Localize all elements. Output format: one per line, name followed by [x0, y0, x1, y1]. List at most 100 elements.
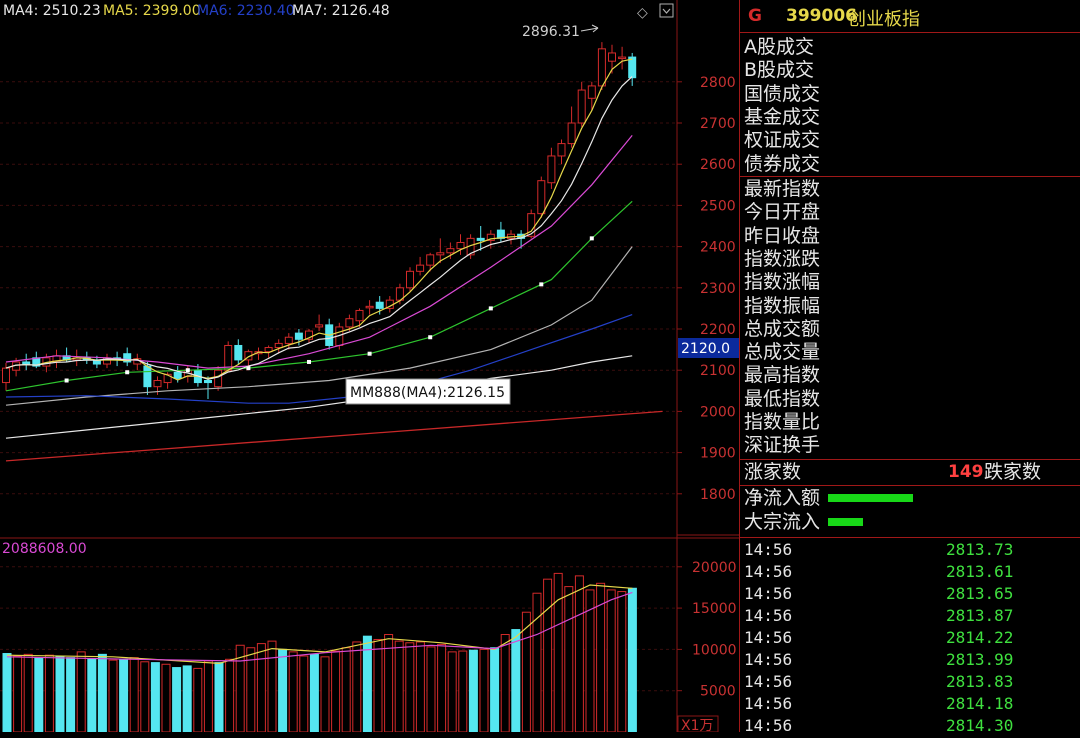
volume-bar: [405, 642, 415, 732]
candle-body: [214, 369, 223, 388]
ma-marker: [125, 370, 130, 375]
price-tick-label: 2800: [700, 75, 736, 91]
tick-row[interactable]: 14:56 2813.73: [740, 540, 1080, 562]
volume-bar: [23, 653, 33, 732]
candle-body: [537, 180, 546, 215]
tick-time: 14:56: [744, 694, 793, 713]
volume-bar: [373, 638, 383, 732]
kline-chart[interactable]: 1800 1900 2000 2100 2200 2300 2400 2500 2600 2700…: [0, 0, 740, 732]
tick-row[interactable]: 14:56 2813.83: [740, 672, 1080, 694]
legend-ma6: MA6: 2230.40: [197, 3, 295, 19]
volume-bar: [564, 586, 574, 732]
volume-bar: [13, 655, 23, 732]
candle-body: [456, 241, 465, 250]
info-panel: G 399006 创业板指 A股成交 B股成交 国债成交 基金成交 权证成交 债券成交 最…: [740, 0, 1080, 735]
candle-body: [618, 56, 627, 60]
volume-bar: [543, 578, 553, 732]
candle-body: [2, 367, 10, 384]
tick-price: 2813.87: [946, 606, 1014, 625]
ma-marker: [64, 378, 69, 383]
volume-bar: [394, 640, 404, 732]
candle-body: [587, 85, 596, 99]
tick-row[interactable]: 14:56 2814.18: [740, 694, 1080, 716]
ma-marker: [589, 236, 594, 241]
tick-row[interactable]: 14:56 2813.87: [740, 606, 1080, 628]
tick-price: 2813.65: [946, 584, 1014, 603]
volume-bar: [458, 650, 468, 732]
tick-price: 2813.83: [946, 672, 1014, 691]
candle-body: [406, 270, 414, 289]
candle-body: [204, 380, 212, 384]
candle-body: [577, 89, 586, 124]
net-inflow-bar: [828, 494, 913, 502]
bulk-inflow-bar: [828, 518, 863, 526]
volume-bar: [108, 659, 118, 732]
panel-label: 总成交量: [744, 341, 821, 364]
ma-marker: [367, 351, 372, 356]
volume-tick-label: 20000: [692, 560, 737, 576]
volume-bar: [574, 575, 584, 732]
volume-bar: [140, 661, 150, 732]
candle-body: [274, 342, 283, 349]
volume-bars: [2, 572, 637, 732]
volume-bar: [362, 635, 372, 732]
volume-tick-label: 5000: [700, 684, 736, 700]
legend-ma5: MA5: 2399.00: [103, 3, 201, 19]
candle-body: [345, 318, 354, 328]
tick-price: 2814.30: [946, 716, 1014, 735]
volume-bar: [119, 658, 129, 732]
volume-bar: [150, 662, 160, 732]
volume-tick-label: 10000: [692, 642, 737, 658]
volume-bar: [193, 667, 203, 732]
tick-row[interactable]: 14:56 2814.22: [740, 628, 1080, 650]
trend-line-segment: [5, 410, 663, 462]
tick-price: 2813.99: [946, 650, 1014, 669]
volume-tick-label: 15000: [692, 601, 737, 617]
candle-body: [436, 252, 445, 256]
tick-price: 2814.18: [946, 694, 1014, 713]
index-name: 创业板指: [848, 9, 920, 30]
volume-bar: [129, 657, 139, 732]
candle-body: [284, 336, 293, 344]
tick-price: 2813.73: [946, 540, 1014, 559]
tick-row[interactable]: 14:56 2813.61: [740, 562, 1080, 584]
candle-body: [547, 155, 556, 184]
legend-ma4: MA4: 2510.23: [3, 3, 101, 19]
panel-label: 指数涨跌: [744, 247, 821, 270]
candle-body: [22, 361, 31, 365]
divider: [740, 176, 1080, 177]
candle-body: [597, 48, 606, 87]
maximize-icon[interactable]: [659, 3, 674, 18]
tick-row[interactable]: 14:56 2813.99: [740, 650, 1080, 672]
panel-label: 昨日收盘: [744, 224, 821, 247]
divider: [740, 32, 1080, 33]
candle-body: [153, 380, 162, 388]
volume-bar: [214, 662, 224, 732]
divider: [740, 537, 1080, 538]
volume-bar: [203, 660, 213, 732]
panel-label: 总成交额: [744, 317, 821, 340]
panel-label: 债券成交: [744, 152, 821, 175]
volume-bar: [447, 651, 457, 732]
price-tick-label: 2300: [700, 281, 736, 297]
panel-label: 指数振幅: [744, 294, 821, 317]
panel-label: 权证成交: [744, 129, 821, 152]
divider: [740, 485, 1080, 486]
volume-bar: [320, 656, 330, 732]
tick-row[interactable]: 14:56 2814.30: [740, 716, 1080, 738]
volume-bar: [511, 629, 521, 732]
volume-bar: [87, 657, 97, 732]
volume-bar: [225, 658, 235, 732]
panel-label: 最低指数: [744, 387, 821, 410]
panel-label: A股成交: [744, 36, 814, 58]
candle-body: [375, 301, 384, 309]
tick-time: 14:56: [744, 650, 793, 669]
volume-bar: [553, 572, 563, 732]
panel-label: 指数量比: [744, 411, 821, 433]
price-tick-label: 2600: [700, 157, 736, 173]
panel-label: 最高指数: [744, 364, 821, 387]
tick-row[interactable]: 14:56 2813.65: [740, 584, 1080, 606]
candle-body: [173, 371, 182, 379]
diamond-icon[interactable]: ◇: [637, 5, 648, 21]
volume-bar: [267, 640, 277, 732]
